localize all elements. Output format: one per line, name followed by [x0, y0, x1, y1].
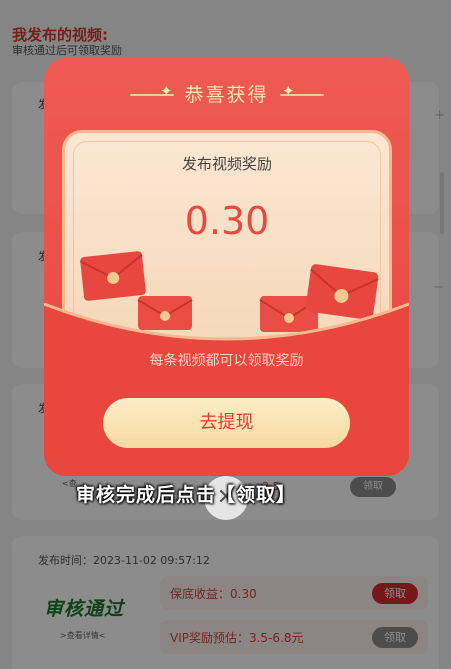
- modal-title: 恭喜获得: [184, 84, 269, 106]
- tutorial-caption: 审核完成后点击【领取】: [76, 484, 297, 506]
- reward-modal: ✦ ✦ 恭喜获得 发布视频奖励 0.30 每条视频都可以领取奖励 去提现: [44, 58, 409, 476]
- reward-label: 发布视频奖励: [181, 155, 272, 173]
- reward-amount: 0.30: [184, 199, 270, 243]
- withdraw-button[interactable]: 去提现: [103, 398, 350, 448]
- reward-tip: 每条视频都可以领取奖励: [149, 353, 304, 369]
